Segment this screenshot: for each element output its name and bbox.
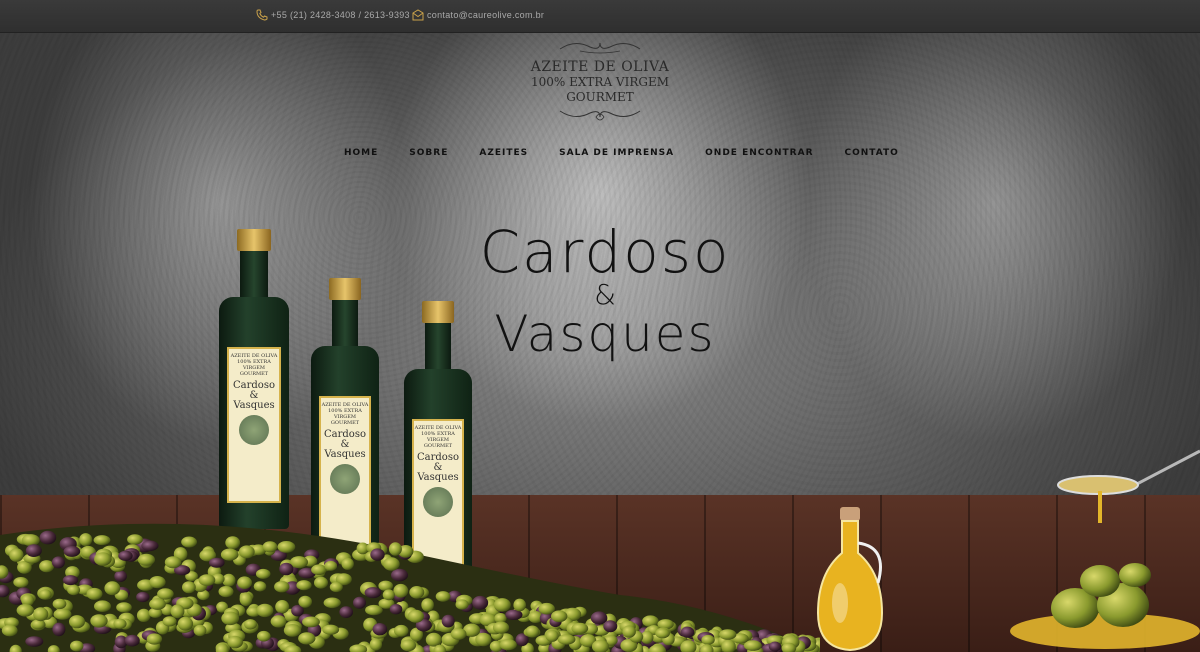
olive-tree-icon xyxy=(239,415,269,445)
bottle-label-2-brand-3: Vasques xyxy=(324,449,366,460)
nav-contato[interactable]: CONTATO xyxy=(845,148,899,158)
bottle-label-1-line-3: GOURMET xyxy=(239,371,269,377)
bottle-label-3-line-3: GOURMET xyxy=(423,443,453,449)
olive-tree-icon xyxy=(330,464,360,494)
phone-icon xyxy=(256,9,268,21)
nav-sobre[interactable]: SOBRE xyxy=(409,148,448,158)
logo-line-3: GOURMET xyxy=(566,90,634,104)
nav-sala-de-imprensa[interactable]: SALA DE IMPRENSA xyxy=(559,148,674,158)
olives-pile xyxy=(0,523,820,652)
bottle-label-2-line-2: 100% EXTRA VIRGEM xyxy=(328,408,362,420)
olive-oil-bottle-1: AZEITE DE OLIVA 100% EXTRA VIRGEM GOURME… xyxy=(219,229,289,529)
email-text: contato@caureolive.com.br xyxy=(427,10,545,20)
bottle-label-1: AZEITE DE OLIVA 100% EXTRA VIRGEM GOURME… xyxy=(227,347,281,503)
hero-title-line-3: Vasques xyxy=(494,305,716,363)
ornament-bottom-icon xyxy=(559,110,641,121)
bottle-label-2-line-3: GOURMET xyxy=(330,420,360,426)
bottle-label-3-brand-3: Vasques xyxy=(417,472,459,483)
hero-title: Cardoso & Vasques xyxy=(430,223,780,359)
hero-title-line-1: Cardoso xyxy=(479,218,731,286)
nav-onde-encontrar[interactable]: ONDE ENCONTRAR xyxy=(705,148,813,158)
bottle-label-3-line-2: 100% EXTRA VIRGEM xyxy=(421,431,455,443)
phone-contact[interactable]: +55 (21) 2428-3408 / 2613-9393 xyxy=(256,9,410,21)
logo-line-1: AZEITE DE OLIVA xyxy=(530,59,670,75)
top-contact-bar: +55 (21) 2428-3408 / 2613-9393 contato@c… xyxy=(0,0,1200,33)
nav-azeites[interactable]: AZEITES xyxy=(479,148,528,158)
ornament-top-icon xyxy=(559,42,641,54)
main-nav: HOME SOBRE AZEITES SALA DE IMPRENSA ONDE… xyxy=(344,148,930,158)
nav-home[interactable]: HOME xyxy=(344,148,378,158)
logo-line-2: 100% EXTRA VIRGEM xyxy=(530,75,670,89)
oil-spill-with-olives xyxy=(1010,563,1200,649)
oil-carafe xyxy=(816,507,884,652)
email-contact[interactable]: contato@caureolive.com.br xyxy=(412,9,544,21)
bottle-label-1-line-2: 100% EXTRA VIRGEM xyxy=(237,359,271,371)
phone-text: +55 (21) 2428-3408 / 2613-9393 xyxy=(271,10,410,20)
brand-logo[interactable]: AZEITE DE OLIVA 100% EXTRA VIRGEM GOURME… xyxy=(520,37,680,130)
email-icon xyxy=(412,9,424,21)
bottle-label-1-brand-3: Vasques xyxy=(233,400,275,411)
spoon-with-oil xyxy=(1057,449,1200,523)
hero-section: AZEITE DE OLIVA 100% EXTRA VIRGEM GOURME… xyxy=(0,33,1200,652)
